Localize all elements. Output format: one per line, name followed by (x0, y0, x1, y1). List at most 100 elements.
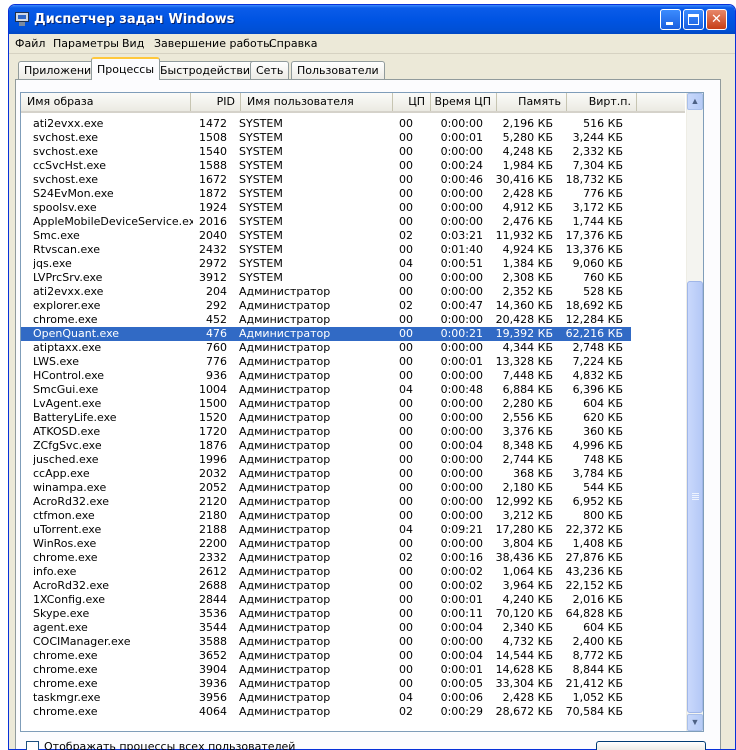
table-row[interactable]: taskmgr.exe 3956 Администратор 04 0:00:06 2,4… (21, 691, 631, 705)
table-row[interactable]: svchost.exe 1508 SYSTEM 00 0:00:01 5,280 КБ 3,… (21, 131, 631, 145)
table-row[interactable]: Rtvscan.exe 2432 SYSTEM 00 0:01:40 4,924 КБ 13… (21, 243, 631, 257)
table-row[interactable]: uTorrent.exe 2188 Администратор 04 0:09:21 17… (21, 523, 631, 537)
process-virtual-memory: 3,244 КБ (572, 131, 623, 144)
table-row[interactable]: ati2evxx.exe 204 Администратор 00 0:00:00 2,3… (21, 285, 631, 299)
process-name: ATKOSD.exe (33, 425, 101, 438)
process-user: Администратор (239, 299, 331, 312)
table-row[interactable]: BatteryLife.exe 1520 Администратор 00 0:00:0… (21, 411, 631, 425)
table-row[interactable]: AppleMobileDeviceService.exe 2016 SYSTEM 00… (21, 215, 631, 229)
process-user: Администратор (239, 565, 331, 578)
table-row[interactable]: explorer.exe 292 Администратор 02 0:00:47 14,… (21, 299, 631, 313)
process-pid: 2016 (199, 215, 227, 228)
tab-processes[interactable]: Процессы (91, 57, 161, 80)
scroll-thumb[interactable] (687, 281, 703, 713)
column-header-cpu-time[interactable]: Время ЦП (431, 93, 497, 111)
table-row[interactable]: SmcGui.exe 1004 Администратор 04 0:00:48 6,88… (21, 383, 631, 397)
menu-shutdown[interactable]: Завершение работы (154, 37, 272, 50)
column-header-user[interactable]: Имя пользователя (241, 93, 393, 111)
table-row[interactable]: svchost.exe 1540 SYSTEM 00 0:00:00 4,248 КБ 2,… (21, 145, 631, 159)
process-cpu-time: 0:00:11 (440, 607, 483, 620)
tab-performance[interactable]: Быстродействие (154, 61, 263, 79)
table-row[interactable]: ccApp.exe 2032 Администратор 00 0:00:00 368 К… (21, 467, 631, 481)
table-row[interactable]: LWS.exe 776 Администратор 00 0:00:01 13,328 К… (21, 355, 631, 369)
process-pid: 2188 (199, 523, 227, 536)
process-cpu-time: 0:00:00 (440, 117, 483, 130)
table-row[interactable]: chrome.exe 3652 Администратор 00 0:00:04 14,5… (21, 649, 631, 663)
process-user: Администратор (239, 537, 331, 550)
process-memory: 5,280 КБ (502, 131, 553, 144)
show-all-users-checkbox[interactable] (26, 741, 39, 750)
table-row[interactable]: Smc.exe 2040 SYSTEM 02 0:03:21 11,932 КБ 17,37… (21, 229, 631, 243)
table-row[interactable]: ccSvcHst.exe 1588 SYSTEM 00 0:00:24 1,984 КБ 7… (21, 159, 631, 173)
tab-users[interactable]: Пользователи (291, 61, 385, 79)
process-virtual-memory: 27,876 КБ (565, 551, 623, 564)
process-pid: 3956 (199, 691, 227, 704)
process-name: info.exe (33, 565, 77, 578)
table-row[interactable]: jusched.exe 1996 Администратор 00 0:00:00 2,7… (21, 453, 631, 467)
table-row[interactable]: atiptaxx.exe 760 Администратор 00 0:00:00 4,3… (21, 341, 631, 355)
process-virtual-memory: 1,052 КБ (572, 691, 623, 704)
menu-file[interactable]: Файл (15, 37, 45, 50)
table-row[interactable]: ATKOSD.exe 1720 Администратор 00 0:00:00 3,37… (21, 425, 631, 439)
menu-help[interactable]: Справка (269, 37, 317, 50)
menu-view[interactable]: Вид (122, 37, 144, 50)
process-pid: 2612 (199, 565, 227, 578)
menu-options[interactable]: Параметры (53, 37, 119, 50)
scroll-down-button[interactable]: ▼ (687, 714, 703, 731)
process-memory: 30,416 КБ (495, 173, 553, 186)
end-process-button[interactable] (596, 741, 706, 750)
process-user: Администратор (239, 453, 331, 466)
table-row[interactable]: chrome.exe 4064 Администратор 02 0:00:29 28,6… (21, 705, 631, 719)
table-row[interactable]: chrome.exe 452 Администратор 00 0:00:00 20,42… (21, 313, 631, 327)
table-row-selected[interactable]: OpenQuant.exe 476 Администратор 00 0:00:21 19… (21, 327, 631, 341)
table-row[interactable]: chrome.exe 3904 Администратор 00 0:00:01 14,6… (21, 663, 631, 677)
process-pid: 2844 (199, 593, 227, 606)
minimize-button[interactable] (660, 9, 681, 30)
process-user: Администратор (239, 355, 331, 368)
table-row[interactable]: AcroRd32.exe 2688 Администратор 00 0:00:02 3,… (21, 579, 631, 593)
table-row[interactable]: HControl.exe 936 Администратор 00 0:00:00 7,4… (21, 369, 631, 383)
table-row[interactable]: chrome.exe 3936 Администратор 00 0:00:05 33,3… (21, 677, 631, 691)
table-row[interactable]: ctfmon.exe 2180 Администратор 00 0:00:00 3,21… (21, 509, 631, 523)
maximize-icon (688, 14, 699, 25)
table-row[interactable]: WinRos.exe 2200 Администратор 00 0:00:00 3,80… (21, 537, 631, 551)
process-pid: 1588 (199, 159, 227, 172)
title-bar[interactable]: Диспетчер задач Windows ✕ (9, 5, 735, 34)
table-row[interactable]: S24EvMon.exe 1872 SYSTEM 00 0:00:00 2,428 КБ 7… (21, 187, 631, 201)
table-row[interactable]: svchost.exe 1672 SYSTEM 00 0:00:46 30,416 КБ 1… (21, 173, 631, 187)
vertical-scrollbar[interactable]: ▲ ▼ (686, 93, 703, 731)
table-row[interactable]: 1XConfig.exe 2844 Администратор 00 0:00:01 4,… (21, 593, 631, 607)
column-header-pid[interactable]: PID (191, 93, 241, 111)
tab-network[interactable]: Сеть (250, 61, 290, 79)
close-icon: ✕ (711, 12, 722, 27)
column-header-image-name[interactable]: Имя образа (21, 93, 191, 111)
column-header-memory[interactable]: Память (497, 93, 567, 111)
process-list[interactable]: Имя образа PID Имя пользователя ЦП Время… (20, 92, 704, 732)
table-row[interactable]: ZCfgSvc.exe 1876 Администратор 00 0:00:04 8,3… (21, 439, 631, 453)
process-name: LVPrcSrv.exe (33, 271, 103, 284)
scroll-up-button[interactable]: ▲ (687, 93, 703, 110)
table-row[interactable]: jqs.exe 2972 SYSTEM 04 0:00:51 1,384 КБ 9,060 … (21, 257, 631, 271)
column-header-virtual-memory[interactable]: Вирт.п. (567, 93, 637, 111)
column-header-cpu[interactable]: ЦП (393, 93, 431, 111)
process-user: SYSTEM (239, 229, 283, 242)
table-row[interactable]: ati2evxx.exe 1472 SYSTEM 00 0:00:00 2,196 КБ 5… (21, 117, 631, 131)
process-virtual-memory: 604 КБ (583, 397, 623, 410)
process-user: SYSTEM (239, 187, 283, 200)
table-row[interactable]: winampa.exe 2052 Администратор 00 0:00:00 2,1… (21, 481, 631, 495)
table-row[interactable]: Skype.exe 3536 Администратор 00 0:00:11 70,12… (21, 607, 631, 621)
process-memory: 11,932 КБ (495, 229, 553, 242)
table-row[interactable]: LvAgent.exe 1500 Администратор 00 0:00:00 2,2… (21, 397, 631, 411)
table-row[interactable]: COCIManager.exe 3588 Администратор 00 0:00:0… (21, 635, 631, 649)
process-cpu-time: 0:00:00 (440, 495, 483, 508)
process-rows: ati2evxx.exe 1472 SYSTEM 00 0:00:00 2,196 КБ 5… (21, 117, 685, 719)
table-row[interactable]: spoolsv.exe 1924 SYSTEM 00 0:00:00 4,912 КБ 3,… (21, 201, 631, 215)
table-row[interactable]: LVPrcSrv.exe 3912 SYSTEM 00 0:00:00 2,308 КБ 7… (21, 271, 631, 285)
table-row[interactable]: AcroRd32.exe 2120 Администратор 00 0:00:00 12… (21, 495, 631, 509)
table-row[interactable]: agent.exe 3544 Администратор 00 0:00:04 2,340… (21, 621, 631, 635)
table-row[interactable]: chrome.exe 2332 Администратор 02 0:00:16 38,4… (21, 551, 631, 565)
maximize-button[interactable] (683, 9, 704, 30)
close-button[interactable]: ✕ (706, 9, 727, 30)
process-cpu-time: 0:00:00 (440, 467, 483, 480)
table-row[interactable]: info.exe 2612 Администратор 00 0:00:02 1,064 … (21, 565, 631, 579)
